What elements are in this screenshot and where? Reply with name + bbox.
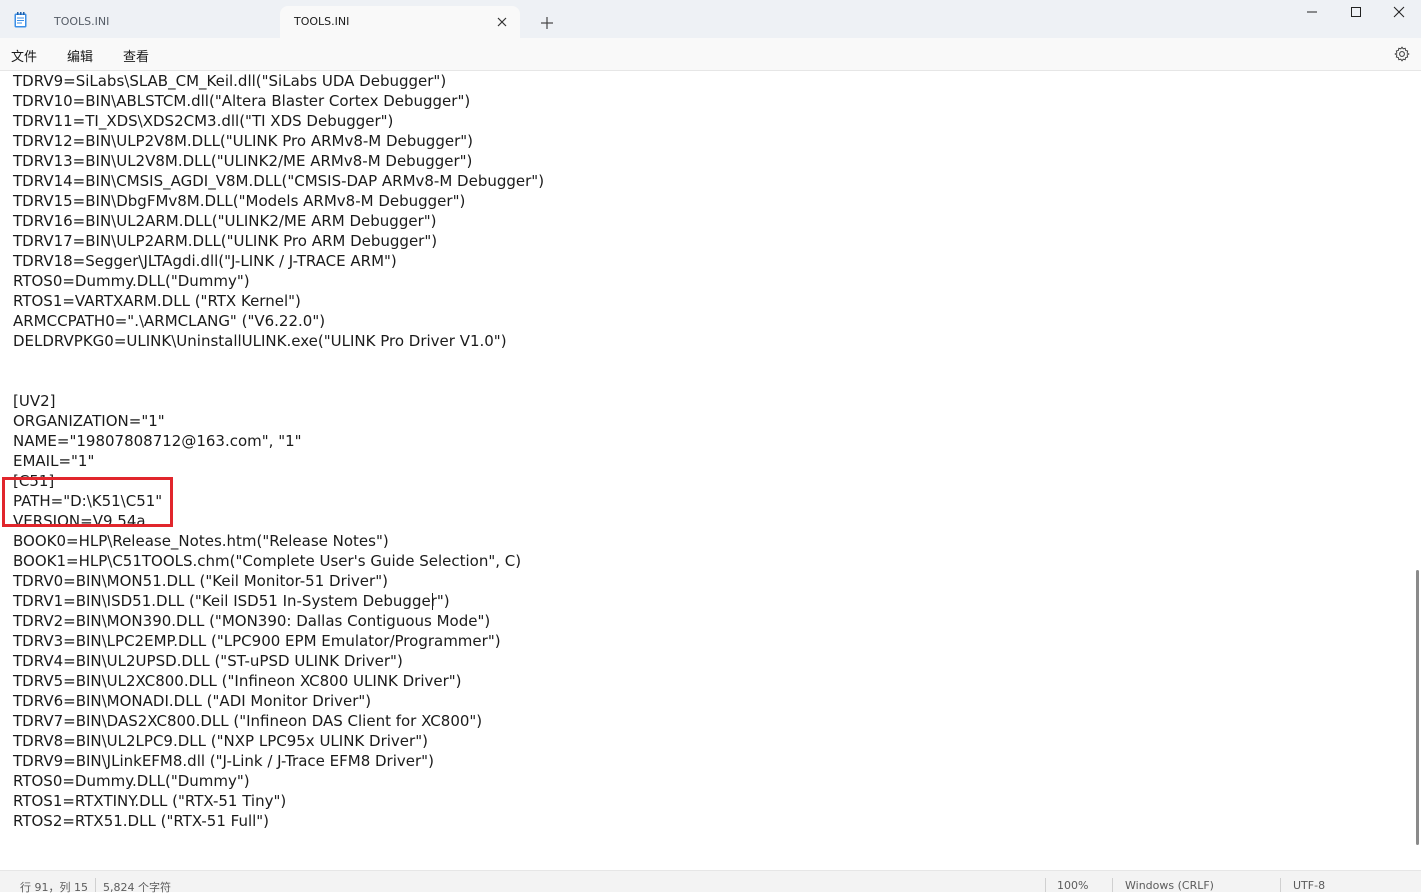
- vertical-scrollbar[interactable]: [1416, 570, 1419, 845]
- text-editor[interactable]: TDRV9=SiLabs\SLAB_CM_Keil.dll("SiLabs UD…: [0, 71, 1421, 870]
- editor-line[interactable]: [UV2]: [13, 391, 544, 411]
- menu-bar: 文件 编辑 查看: [0, 38, 1421, 71]
- editor-line[interactable]: TDRV2=BIN\MON390.DLL ("MON390: Dallas Co…: [13, 611, 544, 631]
- title-bar: TOOLS.INI TOOLS.INI: [0, 0, 1421, 38]
- line-ending[interactable]: Windows (CRLF): [1125, 879, 1214, 892]
- editor-line[interactable]: TDRV13=BIN\UL2V8M.DLL("ULINK2/ME ARMv8-M…: [13, 151, 544, 171]
- editor-line[interactable]: TDRV8=BIN\UL2LPC9.DLL ("NXP LPC95x ULINK…: [13, 731, 544, 751]
- editor-line[interactable]: TDRV9=BIN\JLinkEFM8.dll ("J-Link / J-Tra…: [13, 751, 544, 771]
- editor-line[interactable]: BOOK1=HLP\C51TOOLS.chm("Complete User's …: [13, 551, 544, 571]
- minimize-icon: [1307, 11, 1317, 13]
- editor-line[interactable]: ARMCCPATH0=".\ARMCLANG" ("V6.22.0"): [13, 311, 544, 331]
- plus-icon[interactable]: [538, 14, 556, 32]
- tab-label: TOOLS.INI: [54, 15, 110, 28]
- editor-line[interactable]: RTOS1=VARTXARM.DLL ("RTX Kernel"): [13, 291, 544, 311]
- editor-line[interactable]: TDRV15=BIN\DbgFMv8M.DLL("Models ARMv8-M …: [13, 191, 544, 211]
- editor-line[interactable]: TDRV6=BIN\MONADI.DLL ("ADI Monitor Drive…: [13, 691, 544, 711]
- editor-line[interactable]: EMAIL="1": [13, 451, 544, 471]
- status-bar: 行 91，列 15 5,824 个字符 100% Windows (CRLF) …: [0, 870, 1421, 894]
- gear-icon[interactable]: [1394, 46, 1410, 62]
- menu-edit[interactable]: 编辑: [67, 46, 93, 65]
- editor-line[interactable]: TDRV14=BIN\CMSIS_AGDI_V8M.DLL("CMSIS-DAP…: [13, 171, 544, 191]
- editor-line[interactable]: TDRV4=BIN\UL2UPSD.DLL ("ST-uPSD ULINK Dr…: [13, 651, 544, 671]
- maximize-icon: [1351, 7, 1361, 17]
- cursor-position: 行 91，列 15: [20, 881, 88, 894]
- tab-tools-ini-1[interactable]: TOOLS.INI: [40, 6, 280, 38]
- close-icon[interactable]: [494, 14, 510, 30]
- tab-tools-ini-2[interactable]: TOOLS.INI: [280, 6, 520, 38]
- editor-line[interactable]: RTOS0=Dummy.DLL("Dummy"): [13, 771, 544, 791]
- editor-line[interactable]: TDRV10=BIN\ABLSTCM.dll("Altera Blaster C…: [13, 91, 544, 111]
- editor-line[interactable]: TDRV16=BIN\UL2ARM.DLL("ULINK2/ME ARM Deb…: [13, 211, 544, 231]
- notepad-app-icon: [14, 12, 27, 28]
- character-count: 5,824 个字符: [103, 881, 171, 894]
- editor-line[interactable]: DELDRVPKG0=ULINK\UninstallULINK.exe("ULI…: [13, 331, 544, 351]
- editor-line[interactable]: TDRV3=BIN\LPC2EMP.DLL ("LPC900 EPM Emula…: [13, 631, 544, 651]
- editor-line[interactable]: TDRV11=TI_XDS\XDS2CM3.dll("TI XDS Debugg…: [13, 111, 544, 131]
- encoding[interactable]: UTF-8: [1293, 879, 1325, 892]
- status-divider: [95, 878, 96, 892]
- editor-line[interactable]: ORGANIZATION="1": [13, 411, 544, 431]
- editor-line[interactable]: NAME="19807808712@163.com", "1": [13, 431, 544, 451]
- editor-line[interactable]: TDRV18=Segger\JLTAgdi.dll("J-LINK / J-TR…: [13, 251, 544, 271]
- zoom-level[interactable]: 100%: [1057, 879, 1088, 892]
- editor-line[interactable]: [13, 371, 544, 391]
- editor-text[interactable]: TDRV9=SiLabs\SLAB_CM_Keil.dll("SiLabs UD…: [13, 71, 544, 831]
- editor-line[interactable]: RTOS2=RTX51.DLL ("RTX-51 Full"): [13, 811, 544, 831]
- editor-line[interactable]: BOOK0=HLP\Release_Notes.htm("Release Not…: [13, 531, 544, 551]
- editor-line[interactable]: TDRV17=BIN\ULP2ARM.DLL("ULINK Pro ARM De…: [13, 231, 544, 251]
- text-cursor: [432, 593, 433, 610]
- menu-file[interactable]: 文件: [11, 46, 37, 65]
- close-window-icon: [1393, 6, 1405, 18]
- status-divider: [1280, 878, 1281, 892]
- editor-line[interactable]: TDRV9=SiLabs\SLAB_CM_Keil.dll("SiLabs UD…: [13, 71, 544, 91]
- maximize-button[interactable]: [1334, 0, 1378, 26]
- status-divider: [1045, 878, 1046, 892]
- editor-line[interactable]: RTOS0=Dummy.DLL("Dummy"): [13, 271, 544, 291]
- close-window-button[interactable]: [1377, 0, 1421, 26]
- editor-line[interactable]: RTOS1=RTXTINY.DLL ("RTX-51 Tiny"): [13, 791, 544, 811]
- editor-line[interactable]: TDRV7=BIN\DAS2XC800.DLL ("Infineon DAS C…: [13, 711, 544, 731]
- tab-label: TOOLS.INI: [294, 15, 350, 28]
- editor-line[interactable]: TDRV0=BIN\MON51.DLL ("Keil Monitor-51 Dr…: [13, 571, 544, 591]
- highlight-annotation-box: [2, 477, 173, 527]
- minimize-button[interactable]: [1290, 0, 1334, 26]
- editor-line[interactable]: TDRV1=BIN\ISD51.DLL ("Keil ISD51 In-Syst…: [13, 591, 544, 611]
- editor-line[interactable]: TDRV5=BIN\UL2XC800.DLL ("Infineon XC800 …: [13, 671, 544, 691]
- status-divider: [1112, 878, 1113, 892]
- menu-view[interactable]: 查看: [123, 46, 149, 65]
- editor-line[interactable]: TDRV12=BIN\ULP2V8M.DLL("ULINK Pro ARMv8-…: [13, 131, 544, 151]
- editor-line[interactable]: [13, 351, 544, 371]
